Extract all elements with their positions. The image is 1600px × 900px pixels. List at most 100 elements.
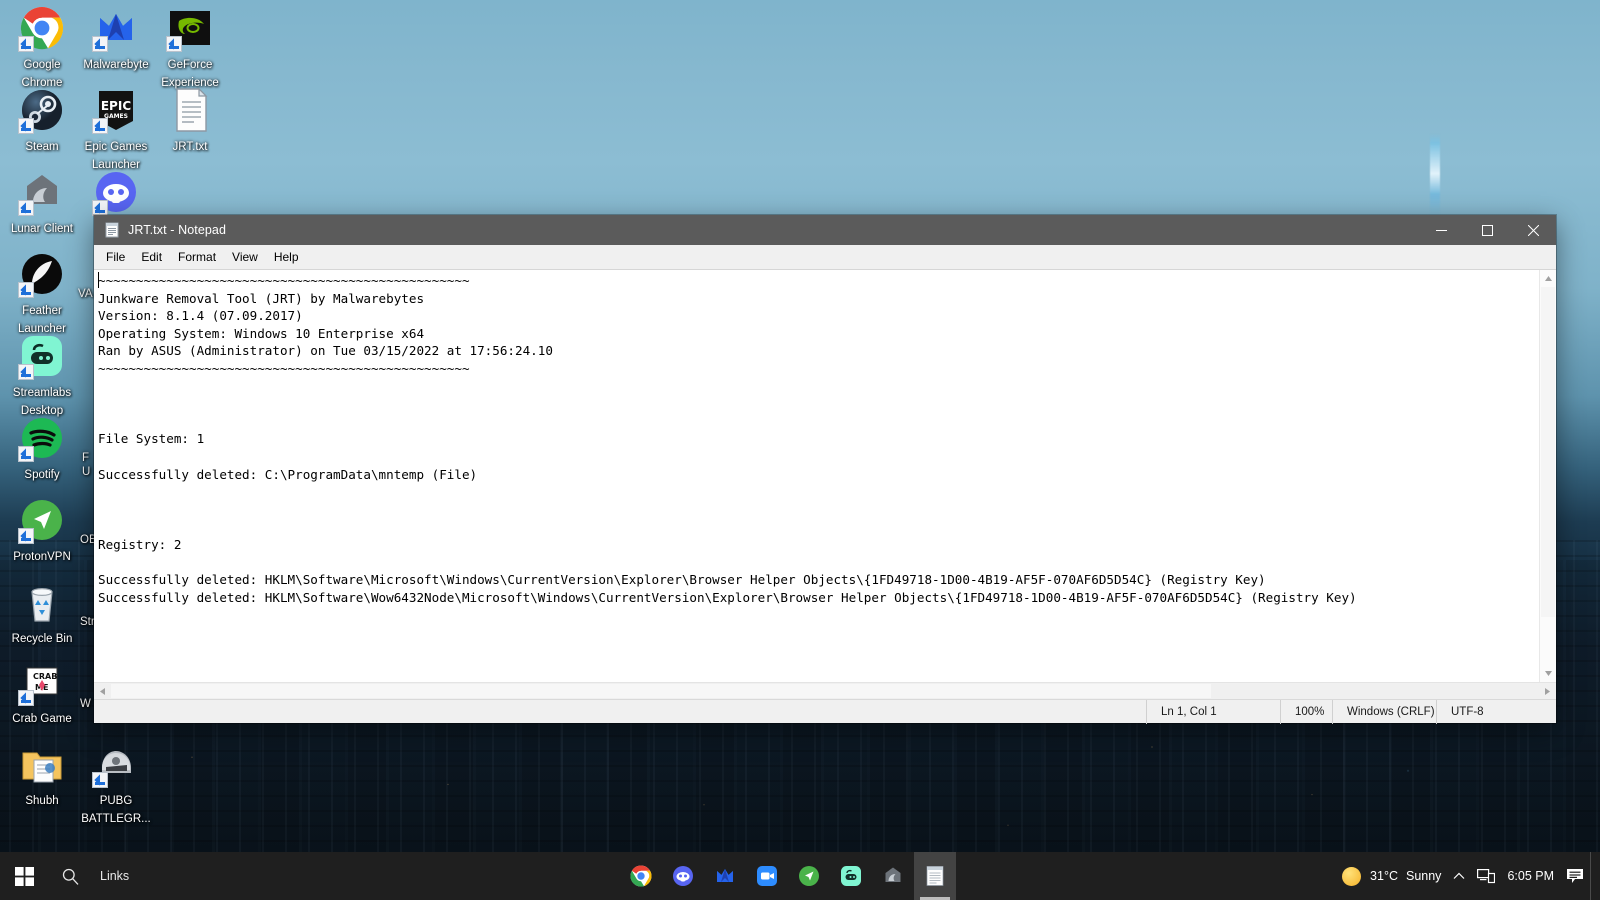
desktop-icon-recycle-bin[interactable]: Recycle Bin (4, 578, 80, 647)
sun-icon (1342, 866, 1362, 886)
desktop-icon-lunar-client[interactable]: Lunar Client (4, 168, 80, 237)
scroll-up-arrow-icon[interactable] (1540, 270, 1556, 287)
vertical-scroll-thumb[interactable] (1541, 287, 1555, 617)
shortcut-arrow-icon (18, 200, 34, 216)
shortcut-arrow-icon (92, 36, 108, 52)
shortcut-arrow-icon (92, 200, 108, 216)
shortcut-arrow-icon (18, 690, 34, 706)
tray-overflow-button[interactable] (1447, 852, 1471, 900)
geforce-experience-icon (166, 4, 214, 52)
vertical-scrollbar[interactable] (1539, 270, 1556, 682)
desktop-icon-steam[interactable]: Steam (4, 86, 80, 155)
notepad-icon (104, 222, 120, 238)
spotify-icon (18, 414, 66, 462)
notepad-edit-area[interactable]: ~~~~~~~~~~~~~~~~~~~~~~~~~~~~~~~~~~~~~~~~… (94, 269, 1556, 699)
notepad-icon (923, 864, 947, 888)
desktop[interactable]: VA F U OB Str W Google Chrome Malwarebyte Ge… (0, 0, 1600, 900)
shortcut-arrow-icon (92, 118, 108, 134)
taskbar-discord[interactable] (662, 852, 704, 900)
taskbar-app-list[interactable] (620, 852, 956, 900)
desktop-icon-pubg-battlegrounds[interactable]: PUBG BATTLEGR... (78, 740, 154, 827)
notepad-statusbar: Ln 1, Col 1 100% Windows (CRLF) UTF-8 (94, 699, 1556, 724)
desktop-icon-label: Streamlabs Desktop (12, 387, 72, 417)
svg-text:CRAB: CRAB (33, 672, 57, 681)
horizontal-scroll-thumb[interactable] (111, 684, 1211, 698)
desktop-icon-label: Steam (25, 141, 59, 153)
shortcut-arrow-icon (92, 772, 108, 788)
desktop-icon-label: Lunar Client (10, 223, 73, 235)
desktop-icon-protonvpn[interactable]: ProtonVPN (4, 496, 80, 565)
weather-condition: Sunny (1405, 869, 1442, 883)
desktop-icon-label: ProtonVPN (13, 551, 71, 563)
scroll-right-arrow-icon[interactable] (1539, 683, 1556, 699)
minimize-button[interactable] (1418, 215, 1464, 245)
menu-format[interactable]: Format (170, 247, 224, 267)
desktop-icon-spotify[interactable]: Spotify (4, 414, 80, 483)
lunar-client-icon (18, 168, 66, 216)
horizontal-scrollbar[interactable] (94, 682, 1556, 699)
chevron-up-icon (1454, 872, 1465, 879)
clock[interactable]: 6:05 PM (1501, 852, 1560, 900)
start-button[interactable] (0, 852, 48, 900)
malwarebytes-icon (92, 4, 140, 52)
desktop-icon-crab-game[interactable]: CRAB ME Crab Game (4, 658, 80, 727)
desktop-icon-jrt-txt[interactable]: JRT.txt (152, 86, 228, 155)
scroll-down-arrow-icon[interactable] (1540, 665, 1556, 682)
menu-help[interactable]: Help (266, 247, 307, 267)
taskbar-zoom[interactable] (746, 852, 788, 900)
weather-widget[interactable]: 31°C Sunny (1336, 852, 1447, 900)
desktop-icon-google-chrome[interactable]: Google Chrome (4, 4, 80, 91)
streamlabs-icon (839, 864, 863, 888)
scroll-left-arrow-icon[interactable] (94, 683, 111, 699)
notepad-window[interactable]: JRT.txt - Notepad File Edit Format View … (94, 215, 1556, 724)
desktop-icon-malwarebytes[interactable]: Malwarebyte (78, 4, 154, 73)
notepad-menubar[interactable]: File Edit Format View Help (94, 245, 1556, 269)
desktop-icon-shubh-folder[interactable]: Shubh (4, 740, 80, 809)
menu-file[interactable]: File (98, 247, 133, 267)
system-tray[interactable]: 31°C Sunny 6:05 PM (1336, 852, 1600, 900)
maximize-button[interactable] (1464, 215, 1510, 245)
windows-logo-icon (14, 866, 34, 886)
status-line-ending[interactable]: Windows (CRLF) (1332, 699, 1436, 724)
shortcut-arrow-icon (166, 36, 182, 52)
notepad-title-text: JRT.txt - Notepad (128, 223, 227, 237)
search-button[interactable] (48, 852, 92, 900)
status-encoding[interactable]: UTF-8 (1436, 699, 1556, 724)
menu-edit[interactable]: Edit (133, 247, 170, 267)
desktop-icon-epic-games-launcher[interactable]: EPIC GAMES Epic Games Launcher (78, 86, 154, 173)
desktop-icon-geforce-experience[interactable]: GeForce Experience (152, 4, 228, 91)
taskbar-notepad[interactable] (914, 852, 956, 900)
shortcut-arrow-icon (18, 528, 34, 544)
desktop-icon-label: GeForce Experience (161, 59, 219, 89)
taskbar-toolbar-label[interactable]: Links (100, 869, 129, 883)
show-desktop-button[interactable] (1590, 852, 1600, 900)
taskbar-chrome[interactable] (620, 852, 662, 900)
close-button[interactable] (1510, 215, 1556, 245)
taskbar[interactable]: Links 31°C Sunny 6:05 PM (0, 852, 1600, 900)
status-zoom-level[interactable]: 100% (1280, 699, 1332, 724)
taskbar-protonvpn[interactable] (788, 852, 830, 900)
desktop-icon-label: Recycle Bin (11, 633, 73, 645)
svg-text:EPIC: EPIC (101, 99, 131, 113)
desktop-icon-label: Google Chrome (21, 59, 63, 89)
network-status-button[interactable] (1471, 852, 1501, 900)
desktop-icon-label: Epic Games Launcher (84, 141, 148, 171)
shortcut-arrow-icon (18, 446, 34, 462)
steam-icon (18, 86, 66, 134)
desktop-icon-streamlabs-desktop[interactable]: Streamlabs Desktop (4, 332, 80, 419)
taskbar-streamlabs[interactable] (830, 852, 872, 900)
notepad-text-content[interactable]: ~~~~~~~~~~~~~~~~~~~~~~~~~~~~~~~~~~~~~~~~… (94, 270, 1539, 682)
notepad-titlebar[interactable]: JRT.txt - Notepad (94, 215, 1556, 245)
zoom-icon (755, 864, 779, 888)
taskbar-lunar-client[interactable] (872, 852, 914, 900)
desktop-icon-label: Crab Game (12, 713, 72, 725)
desktop-icon-label: Shubh (25, 795, 59, 807)
desktop-icon-label: Spotify (24, 469, 60, 481)
desktop-icon-label: Malwarebyte (83, 59, 149, 71)
shortcut-arrow-icon (18, 118, 34, 134)
taskbar-malwarebytes[interactable] (704, 852, 746, 900)
notifications-button[interactable] (1560, 852, 1590, 900)
desktop-icon-feather-launcher[interactable]: Feather Launcher (4, 250, 80, 337)
menu-view[interactable]: View (224, 247, 266, 267)
epic-games-launcher-icon: EPIC GAMES (92, 86, 140, 134)
